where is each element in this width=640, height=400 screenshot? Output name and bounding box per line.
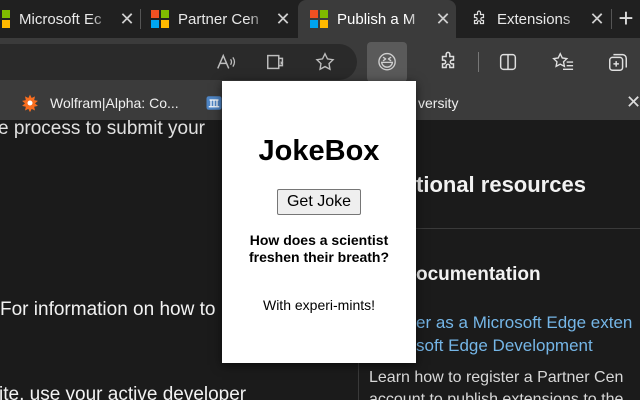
doc-link[interactable]: soft Edge Development (416, 336, 593, 356)
body-text: ite, use your active developer (0, 384, 247, 400)
tab-title: Extensions (497, 10, 571, 28)
new-tab-button[interactable]: + (612, 0, 640, 38)
tab-extensions[interactable]: Extensions ✕ (458, 0, 610, 38)
close-icon[interactable]: ✕ (626, 92, 640, 113)
toolbar-separator (478, 52, 479, 72)
university-icon (206, 96, 222, 110)
doc-link[interactable]: er as a Microsoft Edge exten (416, 313, 632, 333)
joke-answer: With experi-mints! (262, 297, 376, 313)
tab-title: Microsoft Ec (19, 10, 102, 28)
split-screen-icon[interactable] (496, 50, 520, 74)
favorite-star-icon[interactable] (313, 50, 337, 74)
favorite-label: Wolfram|Alpha: Co... (50, 95, 179, 111)
favorite-label: versity (418, 95, 459, 111)
microsoft-logo-icon (310, 10, 328, 28)
favorite-university-label[interactable]: versity (418, 86, 458, 120)
microsoft-logo-icon (151, 10, 169, 28)
popup-title: JokeBox (258, 135, 380, 167)
body-text: account to publish extensions to the (369, 391, 624, 400)
close-tab-icon[interactable]: ✕ (114, 9, 140, 30)
collections-icon[interactable] (606, 50, 630, 74)
wolfram-icon (22, 94, 38, 113)
tab-strip: Microsoft Ec ✕ Partner Cen ✕ Publish a M… (0, 0, 640, 38)
read-aloud-icon[interactable] (214, 50, 238, 74)
close-tab-icon[interactable]: ✕ (430, 9, 456, 30)
section-heading: tional resources (416, 172, 586, 197)
microsoft-logo-icon (0, 10, 10, 28)
jokebox-popup: JokeBox Get Joke How does a scientist fr… (222, 81, 416, 363)
extensions-puzzle-icon (473, 10, 485, 25)
get-joke-button[interactable]: Get Joke (277, 189, 361, 215)
close-tab-icon[interactable]: ✕ (584, 9, 610, 30)
close-tab-icon[interactable]: ✕ (270, 9, 296, 30)
body-text: e process to submit your (0, 120, 205, 139)
address-bar[interactable] (0, 44, 357, 80)
extensions-icon[interactable] (436, 50, 460, 74)
tab-publish-extension[interactable]: Publish a M ✕ (298, 0, 456, 38)
jokebox-extension-icon[interactable]: 😆 (375, 50, 399, 74)
browser-toolbar: 😆 (0, 38, 640, 86)
joke-question: How does a scientist freshen their breat… (248, 232, 390, 265)
body-text: Learn how to register a Partner Cen (369, 369, 624, 386)
body-text: For information on how to (0, 299, 216, 320)
tab-title: Publish a M (337, 10, 416, 28)
subsection-heading: ocumentation (416, 264, 541, 285)
tab-title: Partner Cen (178, 10, 259, 28)
tab-microsoft-edge[interactable]: Microsoft Ec ✕ (0, 0, 140, 38)
tab-partner-center[interactable]: Partner Cen ✕ (141, 0, 296, 38)
favorites-icon[interactable] (551, 50, 575, 74)
favorite-wolfram-alpha[interactable]: Wolfram|Alpha: Co... (20, 86, 179, 120)
immersive-reader-icon[interactable] (264, 50, 288, 74)
